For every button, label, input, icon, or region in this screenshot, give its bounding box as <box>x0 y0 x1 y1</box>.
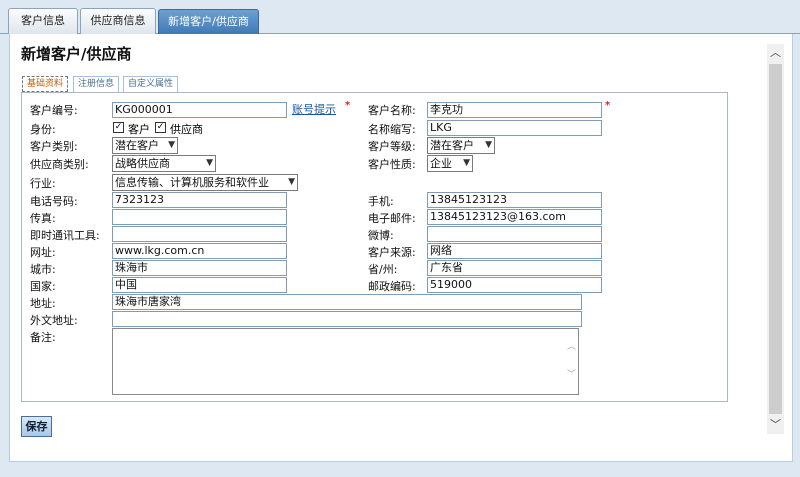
industry-select[interactable]: 信息传输、计算机服务和软件业 ▼ <box>112 174 298 191</box>
supplier-type-select[interactable]: 战略供应商 ▼ <box>112 155 216 172</box>
city-label: 城市: <box>30 263 56 276</box>
province-input[interactable]: 广东省 <box>427 260 602 276</box>
customer-level-value: 潜在客户 <box>430 139 474 152</box>
chevron-up-icon[interactable]: ︿ <box>767 44 784 62</box>
scroll-thumb[interactable] <box>769 64 782 414</box>
main-panel: 新增客户/供应商 基础资料 注册信息 自定义属性 客户编号: KG000001 … <box>9 34 793 462</box>
mobile-label: 手机: <box>368 195 394 208</box>
customer-code-input[interactable]: KG000001 <box>112 102 287 118</box>
customer-name-input[interactable]: 李克功 <box>427 102 602 118</box>
source-input[interactable]: 网络 <box>427 243 602 259</box>
tab-new-customer-supplier[interactable]: 新增客户/供应商 <box>158 9 259 35</box>
required-mark: * <box>345 100 351 111</box>
customer-level-select[interactable]: 潜在客户 ▼ <box>427 137 495 154</box>
customer-nature-value: 企业 <box>430 157 452 170</box>
customer-checkbox-label: 客户 <box>128 123 150 136</box>
basic-info-form: 客户编号: KG000001 账号提示 * 客户名称: 李克功 * 身份: ✓ … <box>21 92 728 402</box>
subtab-custom-attributes[interactable]: 自定义属性 <box>123 76 179 92</box>
fax-input[interactable] <box>112 209 287 225</box>
customer-nature-select[interactable]: 企业 ▼ <box>427 155 473 172</box>
customer-code-label: 客户编号: <box>30 104 78 117</box>
chevron-down-icon: ▼ <box>485 140 492 150</box>
country-label: 国家: <box>30 280 56 293</box>
notes-textarea[interactable]: ︿ ﹀ <box>112 328 579 395</box>
chevron-up-icon[interactable]: ︿ <box>567 339 576 352</box>
website-input[interactable]: www.lkg.com.cn <box>112 243 287 259</box>
postcode-input[interactable]: 519000 <box>427 277 602 293</box>
subtab-registration-info[interactable]: 注册信息 <box>73 76 120 92</box>
industry-label: 行业: <box>30 177 56 190</box>
notes-label: 备注: <box>30 331 56 344</box>
industry-value: 信息传输、计算机服务和软件业 <box>115 176 269 189</box>
city-input[interactable]: 珠海市 <box>112 260 287 276</box>
email-label: 电子邮件: <box>368 212 416 225</box>
mobile-input[interactable]: 13845123123 <box>427 192 602 208</box>
supplier-type-label: 供应商类别: <box>30 158 89 171</box>
chevron-down-icon: ▼ <box>206 158 213 168</box>
chevron-down-icon[interactable]: ﹀ <box>767 416 784 434</box>
short-name-input[interactable]: LKG <box>427 120 602 136</box>
save-button[interactable]: 保存 <box>21 416 52 437</box>
phone-label: 电话号码: <box>30 195 78 208</box>
required-mark: * <box>605 100 611 111</box>
chevron-down-icon: ▼ <box>168 140 175 150</box>
source-label: 客户来源: <box>368 246 416 259</box>
account-hint-link[interactable]: 账号提示 <box>292 101 336 117</box>
fax-label: 传真: <box>30 212 56 225</box>
supplier-type-value: 战略供应商 <box>115 157 170 170</box>
chevron-down-icon[interactable]: ﹀ <box>567 367 576 380</box>
country-input[interactable]: 中国 <box>112 277 287 293</box>
subtab-basic-info[interactable]: 基础资料 <box>22 76 69 92</box>
weibo-label: 微博: <box>368 229 394 242</box>
page-title: 新增客户/供应商 <box>21 45 132 63</box>
top-tab-bar: 客户信息 供应商信息 新增客户/供应商 <box>0 0 800 35</box>
supplier-checkbox[interactable]: ✓ <box>155 122 166 133</box>
customer-level-label: 客户等级: <box>368 140 416 153</box>
email-input[interactable]: 13845123123@163.com <box>427 209 602 225</box>
customer-type-label: 客户类别: <box>30 140 78 153</box>
customer-checkbox[interactable]: ✓ <box>113 122 124 133</box>
tab-customer-info[interactable]: 客户信息 <box>8 8 78 34</box>
weibo-input[interactable] <box>427 226 602 242</box>
chevron-down-icon: ▼ <box>288 177 295 187</box>
foreign-address-label: 外文地址: <box>30 314 78 327</box>
customer-nature-label: 客户性质: <box>368 158 416 171</box>
tab-supplier-info[interactable]: 供应商信息 <box>80 8 156 34</box>
customer-type-value: 潜在客户 <box>115 139 159 152</box>
postcode-label: 邮政编码: <box>368 280 416 293</box>
customer-type-select[interactable]: 潜在客户 ▼ <box>112 137 178 154</box>
im-label: 即时通讯工具: <box>30 229 100 242</box>
address-input[interactable]: 珠海市唐家湾 <box>112 294 582 310</box>
supplier-checkbox-label: 供应商 <box>170 123 203 136</box>
identity-label: 身份: <box>30 123 56 136</box>
address-label: 地址: <box>30 297 56 310</box>
province-label: 省/州: <box>368 263 398 276</box>
short-name-label: 名称缩写: <box>368 123 416 136</box>
chevron-down-icon: ▼ <box>463 158 470 168</box>
phone-input[interactable]: 7323123 <box>112 192 287 208</box>
foreign-address-input[interactable] <box>112 311 582 327</box>
website-label: 网址: <box>30 246 56 259</box>
vertical-scrollbar[interactable]: ︿ ﹀ <box>767 44 784 434</box>
im-input[interactable] <box>112 226 287 242</box>
customer-name-label: 客户名称: <box>368 104 416 117</box>
